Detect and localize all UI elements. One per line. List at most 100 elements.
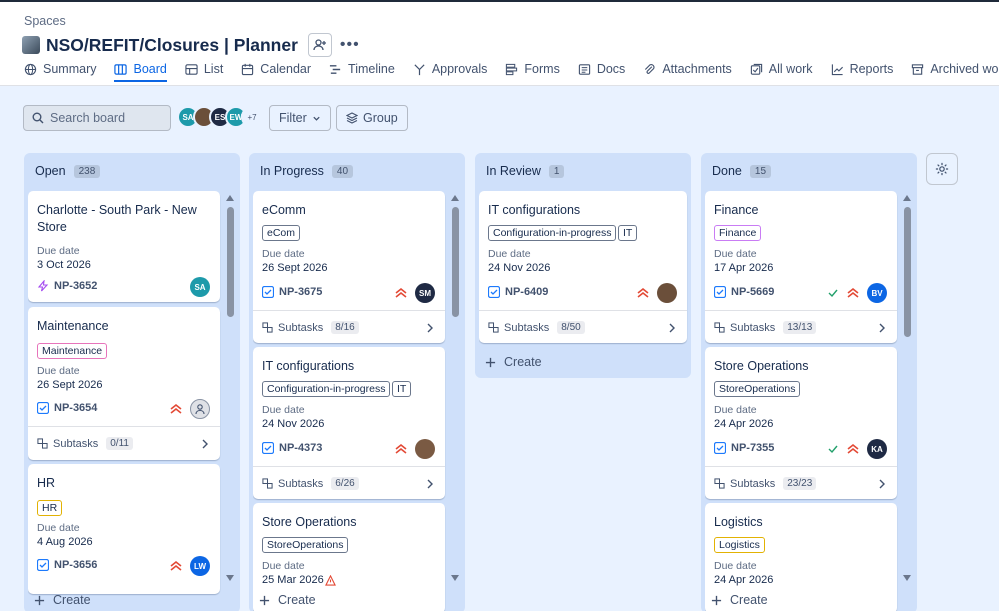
search-icon [32,112,44,124]
priority-highest-icon [637,287,649,298]
unassigned-avatar-icon[interactable] [190,399,210,419]
scroll-down-icon[interactable] [226,575,234,581]
tab-reports[interactable]: Reports [831,62,893,82]
breadcrumb-spaces[interactable]: Spaces [24,14,66,28]
issue-key-text: NP-7355 [731,442,775,454]
assignee-avatar[interactable] [657,283,677,303]
more-avatars-button[interactable]: +7 [241,106,263,128]
issue-key[interactable]: NP-3652 [37,280,97,292]
subtasks-row[interactable]: Subtasks 8/50 [488,321,585,334]
scroll-thumb[interactable] [904,207,911,337]
add-people-button[interactable] [307,33,332,57]
subtasks-icon [714,478,725,489]
tab-list[interactable]: List [185,62,223,82]
tab-forms[interactable]: Forms [505,62,560,82]
checkbox-icon [488,286,500,298]
tab-attachments[interactable]: Attachments [643,62,732,82]
tab-label: Calendar [260,62,312,76]
chevron-right-icon[interactable] [878,479,886,489]
column-count: 1 [548,164,565,178]
scroll-down-icon[interactable] [903,575,911,581]
column-scrollbar[interactable] [903,195,911,585]
subtasks-count: 13/13 [783,321,817,334]
archive-icon [912,63,924,75]
issue-card[interactable]: Store Operations StoreOperations Due dat… [705,347,897,499]
globe-icon [24,63,37,75]
card-label: StoreOperations [714,381,801,397]
scroll-up-icon[interactable] [903,195,911,201]
issue-card[interactable]: IT configurations Configuration-in-progr… [479,191,687,343]
issue-card[interactable]: Charlotte - South Park - New Store Due d… [28,191,220,302]
tab-label: List [203,62,224,76]
chevron-right-icon[interactable] [426,323,434,333]
group-button[interactable]: Group [336,105,408,131]
subtasks-row[interactable]: Subtasks 0/11 [37,437,133,450]
column-scrollbar[interactable] [226,195,234,585]
chevron-right-icon[interactable] [426,479,434,489]
tab-summary[interactable]: Summary [24,62,96,82]
issue-key-text: NP-3652 [54,280,98,292]
assignee-avatar[interactable]: LW [190,556,210,576]
assignee-avatar[interactable]: KA [867,439,887,459]
issue-card[interactable]: Maintenance Maintenance Due date 26 Sept… [28,307,220,460]
tab-approvals[interactable]: Approvals [413,62,487,82]
issue-key[interactable]: NP-4373 [262,442,322,454]
scroll-thumb[interactable] [452,207,459,317]
issue-key[interactable]: NP-6409 [488,286,548,298]
column-header: In Progress 40 [249,153,465,189]
subtasks-count: 0/11 [106,437,133,450]
search-input[interactable]: Search board [23,105,171,131]
create-button[interactable]: Create [701,587,917,611]
subtasks-row[interactable]: Subtasks 23/23 [714,477,817,490]
create-button[interactable]: Create [249,587,465,611]
chevron-right-icon[interactable] [668,323,676,333]
due-date-value: 26 Sept 2026 [262,262,328,274]
issue-key[interactable]: NP-3654 [37,402,97,414]
subtasks-row[interactable]: Subtasks 8/16 [262,321,359,334]
chevron-right-icon[interactable] [201,439,209,449]
issue-card[interactable]: HR HR Due date 4 Aug 2026 NP-3656 LW [28,464,220,594]
scroll-up-icon[interactable] [451,195,459,201]
subtasks-row[interactable]: Subtasks 6/26 [262,477,359,490]
due-date-label: Due date [262,404,305,416]
scroll-thumb[interactable] [227,207,234,317]
tab-all-work[interactable]: All work [750,62,813,82]
board-icon [114,63,128,75]
card-label: HR [37,500,63,516]
tab-docs[interactable]: Docs [578,62,625,82]
filter-button[interactable]: Filter [269,105,331,131]
more-actions-button[interactable]: ••• [340,36,360,54]
tab-archived-work[interactable]: Archived wor [911,62,999,82]
tab-board[interactable]: Board [114,62,168,82]
tab-timeline[interactable]: Timeline [329,62,395,82]
card-title: IT configurations [262,359,355,373]
scroll-up-icon[interactable] [226,195,234,201]
assignee-avatar[interactable] [415,439,435,459]
checkbox-icon [262,442,274,454]
assignee-avatar[interactable]: BV [867,283,887,303]
assignee-avatar[interactable]: SA [190,277,210,297]
issue-key[interactable]: NP-7355 [714,442,774,454]
assignee-avatar[interactable]: SM [415,283,435,303]
board-settings-button[interactable] [926,153,958,185]
scroll-down-icon[interactable] [451,575,459,581]
issue-key[interactable]: NP-3656 [37,559,97,571]
card-title: IT configurations [488,203,581,217]
issue-key[interactable]: NP-5669 [714,286,774,298]
issue-card[interactable]: IT configurations Configuration-in-progr… [253,347,445,499]
issue-card[interactable]: eComm eCom Due date 26 Sept 2026 NP-3675… [253,191,445,343]
avatar-initials: SA [182,112,194,122]
tab-calendar[interactable]: Calendar [241,62,311,82]
timeline-icon [329,64,341,74]
create-button[interactable]: Create [475,349,691,375]
issue-key-text: NP-3656 [54,559,98,571]
column-open: Open 238 Charlotte - South Park - New St… [24,153,240,611]
subtasks-row[interactable]: Subtasks 13/13 [714,321,817,334]
chevron-right-icon[interactable] [878,323,886,333]
issue-card[interactable]: Finance Finance Due date 17 Apr 2026 NP-… [705,191,897,343]
add-person-icon [313,39,326,51]
card-list: Charlotte - South Park - New Store Due d… [28,191,221,611]
issue-key[interactable]: NP-3675 [262,286,322,298]
column-scrollbar[interactable] [451,195,459,585]
create-button[interactable]: Create [24,587,240,611]
